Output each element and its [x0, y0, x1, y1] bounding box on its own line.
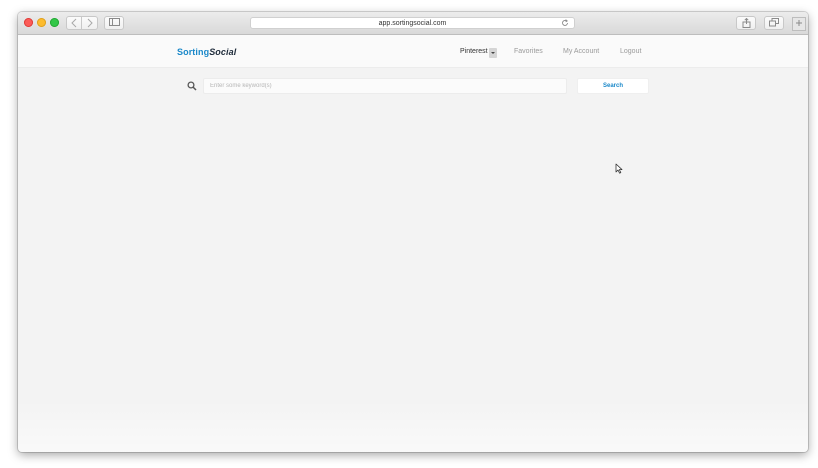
minimize-window-button[interactable] — [37, 18, 46, 27]
network-dropdown-toggle[interactable] — [489, 48, 497, 58]
sidebar-toggle-button[interactable] — [104, 16, 124, 30]
sortingsocial-logo[interactable]: SortingSocial — [177, 47, 236, 57]
tabs-icon — [769, 18, 779, 27]
back-button[interactable] — [66, 16, 82, 30]
search-icon — [187, 81, 197, 91]
search-bar: Search — [179, 78, 649, 94]
new-tab-button[interactable] — [792, 17, 806, 31]
reload-icon[interactable] — [561, 19, 569, 27]
forward-button[interactable] — [82, 16, 98, 30]
page-fade — [18, 400, 808, 452]
zoom-window-button[interactable] — [50, 18, 59, 27]
app-header: SortingSocial Pinterest Favorites My Acc… — [18, 35, 808, 68]
nav-favorites[interactable]: Favorites — [514, 48, 543, 55]
address-text: app.sortingsocial.com — [378, 20, 447, 27]
chevron-left-icon — [71, 18, 77, 28]
search-button[interactable]: Search — [577, 78, 649, 94]
logo-social: Social — [209, 47, 237, 57]
address-bar[interactable]: app.sortingsocial.com — [250, 17, 575, 29]
browser-window: app.sortingsocial.com SortingSocial Pint… — [18, 12, 808, 452]
chevron-right-icon — [87, 18, 93, 28]
share-button[interactable] — [736, 16, 756, 30]
nav-logout[interactable]: Logout — [620, 48, 641, 55]
logo-sorting: Sorting — [177, 47, 210, 57]
close-window-button[interactable] — [24, 18, 33, 27]
show-tabs-button[interactable] — [764, 16, 784, 30]
browser-titlebar: app.sortingsocial.com — [18, 12, 808, 35]
network-select[interactable]: Pinterest — [460, 48, 488, 55]
caret-down-icon — [491, 52, 495, 54]
plus-icon — [796, 20, 802, 26]
nav-my-account[interactable]: My Account — [563, 48, 599, 55]
share-icon — [742, 18, 750, 28]
search-input[interactable] — [203, 78, 567, 94]
mouse-pointer-icon — [615, 163, 623, 174]
sidebar-icon — [108, 18, 120, 26]
